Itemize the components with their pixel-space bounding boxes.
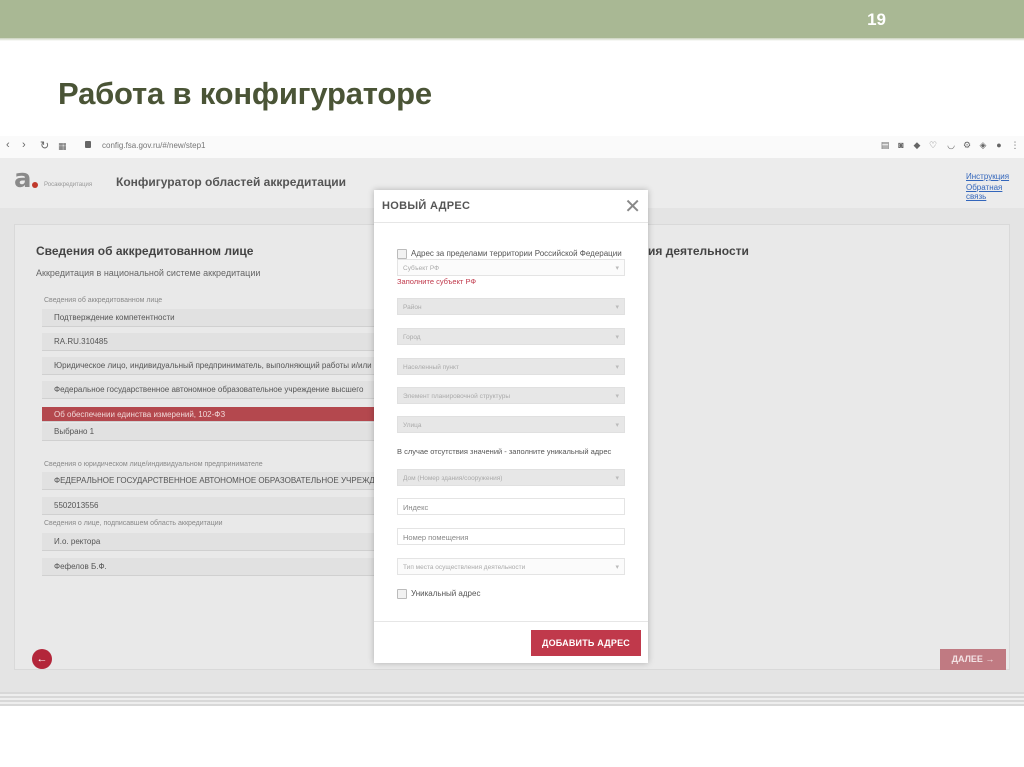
street-placeholder: Улица [403, 422, 422, 429]
field-entity-type[interactable]: Юридическое лицо, индивидуальный предпри… [42, 357, 376, 375]
heart-icon[interactable]: ♡ [928, 140, 938, 150]
screenshot-shadow [0, 692, 1024, 706]
subject-rf-placeholder: Субъект РФ [403, 265, 440, 272]
lock-icon [85, 141, 91, 148]
district-placeholder: Район [403, 304, 422, 311]
back-button[interactable]: ← [32, 649, 52, 669]
unique-address-note: В случае отсутствия значений - заполните… [397, 447, 612, 456]
locality-select[interactable]: Населенный пункт ▾ [397, 358, 625, 375]
planning-element-placeholder: Элемент планировочной структуры [403, 393, 511, 400]
bookmark-icon[interactable]: ◆ [912, 140, 922, 150]
feedback-link[interactable]: Обратная связь [966, 183, 1024, 201]
room-placeholder: Номер помещения [403, 533, 469, 542]
subject-rf-error: Заполните субъект РФ [397, 277, 477, 286]
room-input[interactable]: Номер помещения [397, 528, 625, 545]
street-select[interactable]: Улица ▾ [397, 416, 625, 433]
field-reg-number[interactable]: RA.RU.310485 [42, 333, 376, 351]
section-subtitle: Аккредитация в национальной системе аккр… [36, 268, 261, 278]
reload-icon[interactable]: ↻ [40, 139, 49, 152]
field-signer-position[interactable]: И.о. ректора [42, 533, 376, 551]
modal-header-divider [374, 222, 648, 223]
outside-rf-checkbox[interactable] [397, 249, 407, 259]
next-button[interactable]: ДАЛЕЕ → [940, 649, 1006, 670]
subject-rf-select[interactable]: Субъект РФ ▾ [397, 259, 625, 276]
chevron-down-icon: ▾ [615, 564, 619, 571]
field-organization[interactable]: Федеральное государственное автономное о… [42, 381, 376, 399]
slide-number: 19 [867, 10, 886, 29]
chevron-down-icon: ▾ [615, 364, 619, 371]
district-select[interactable]: Район ▾ [397, 298, 625, 315]
field-selected-count[interactable]: Выбрано 1 [42, 423, 376, 441]
logo-text: Росаккредитация [44, 182, 93, 188]
url-bar[interactable]: config.fsa.gov.ru/#/new/step1 [102, 141, 205, 150]
camera-icon[interactable]: ◙ [896, 140, 906, 150]
index-input[interactable]: Индекс [397, 498, 625, 515]
city-select[interactable]: Город ▾ [397, 328, 625, 345]
group-label-accredited: Сведения об аккредитованном лице [44, 297, 163, 304]
instruction-link[interactable]: Инструкция [966, 172, 1024, 181]
right-section-title: ия деятельности [648, 244, 749, 258]
menu-icon[interactable]: ⋮ [1010, 140, 1020, 150]
gear-icon[interactable]: ⚙ [962, 140, 972, 150]
field-signer-name[interactable]: Фефелов Б.Ф. [42, 558, 376, 576]
puzzle-icon[interactable]: ◈ [978, 140, 988, 150]
unique-address-label: Уникальный адрес [411, 589, 481, 598]
group-label-legal-entity: Сведения о юридическом лице/индивидуальн… [44, 461, 263, 468]
logo-dot-icon [32, 182, 38, 188]
activity-place-type-placeholder: Тип места осуществления деятельности [403, 564, 526, 571]
field-legal-name[interactable]: ФЕДЕРАЛЬНОЕ ГОСУДАРСТВЕННОЕ АВТОНОМНОЕ О… [42, 472, 376, 490]
field-law-selected[interactable]: Об обеспечении единства измерений, 102-Ф… [42, 407, 376, 422]
house-placeholder: Дом (Номер здания/сооружения) [403, 475, 503, 482]
profile-icon[interactable]: ● [994, 140, 1004, 150]
add-address-button[interactable]: ДОБАВИТЬ АДРЕС [531, 630, 641, 656]
field-confirmation[interactable]: Подтверждение компетентности [42, 309, 376, 327]
forward-arrow-icon[interactable]: › [22, 139, 26, 151]
close-icon[interactable]: ✕ [624, 194, 641, 219]
house-select[interactable]: Дом (Номер здания/сооружения) ▾ [397, 469, 625, 486]
new-address-modal: НОВЫЙ АДРЕС ✕ Адрес за пределами террито… [374, 190, 648, 663]
section-title: Сведения об аккредитованном лице [36, 244, 254, 258]
chevron-down-icon: ▾ [615, 422, 619, 429]
index-placeholder: Индекс [403, 503, 429, 512]
grid-icon[interactable]: ▦ [58, 141, 67, 152]
group-label-signer: Сведения о лице, подписавшем область акк… [44, 520, 223, 527]
cart-icon[interactable]: ◡ [946, 140, 956, 150]
back-arrow-icon[interactable]: ‹ [6, 139, 10, 151]
planning-element-select[interactable]: Элемент планировочной структуры ▾ [397, 387, 625, 404]
outside-rf-label: Адрес за пределами территории Российской… [411, 249, 622, 258]
unique-address-checkbox[interactable] [397, 589, 407, 599]
modal-title: НОВЫЙ АДРЕС [382, 200, 471, 212]
chevron-down-icon: ▾ [615, 475, 619, 482]
field-inn[interactable]: 5502013556 [42, 497, 376, 515]
browser-toolbar: ‹ › ↻ ▦ config.fsa.gov.ru/#/new/step1 ▤ … [0, 136, 1024, 159]
slide-header-shadow [0, 38, 1024, 41]
extension-icon[interactable]: ▤ [880, 140, 890, 150]
chevron-down-icon: ▾ [615, 393, 619, 400]
activity-place-type-select[interactable]: Тип места осуществления деятельности ▾ [397, 558, 625, 575]
city-placeholder: Город [403, 334, 421, 341]
locality-placeholder: Населенный пункт [403, 364, 459, 371]
chevron-down-icon: ▾ [615, 334, 619, 341]
chevron-down-icon: ▾ [615, 265, 619, 272]
logo-icon: a [14, 164, 32, 194]
slide-title: Работа в конфигураторе [58, 76, 432, 111]
modal-footer-divider [374, 621, 648, 622]
app-title: Конфигуратор областей аккредитации [116, 175, 347, 189]
chevron-down-icon: ▾ [615, 304, 619, 311]
